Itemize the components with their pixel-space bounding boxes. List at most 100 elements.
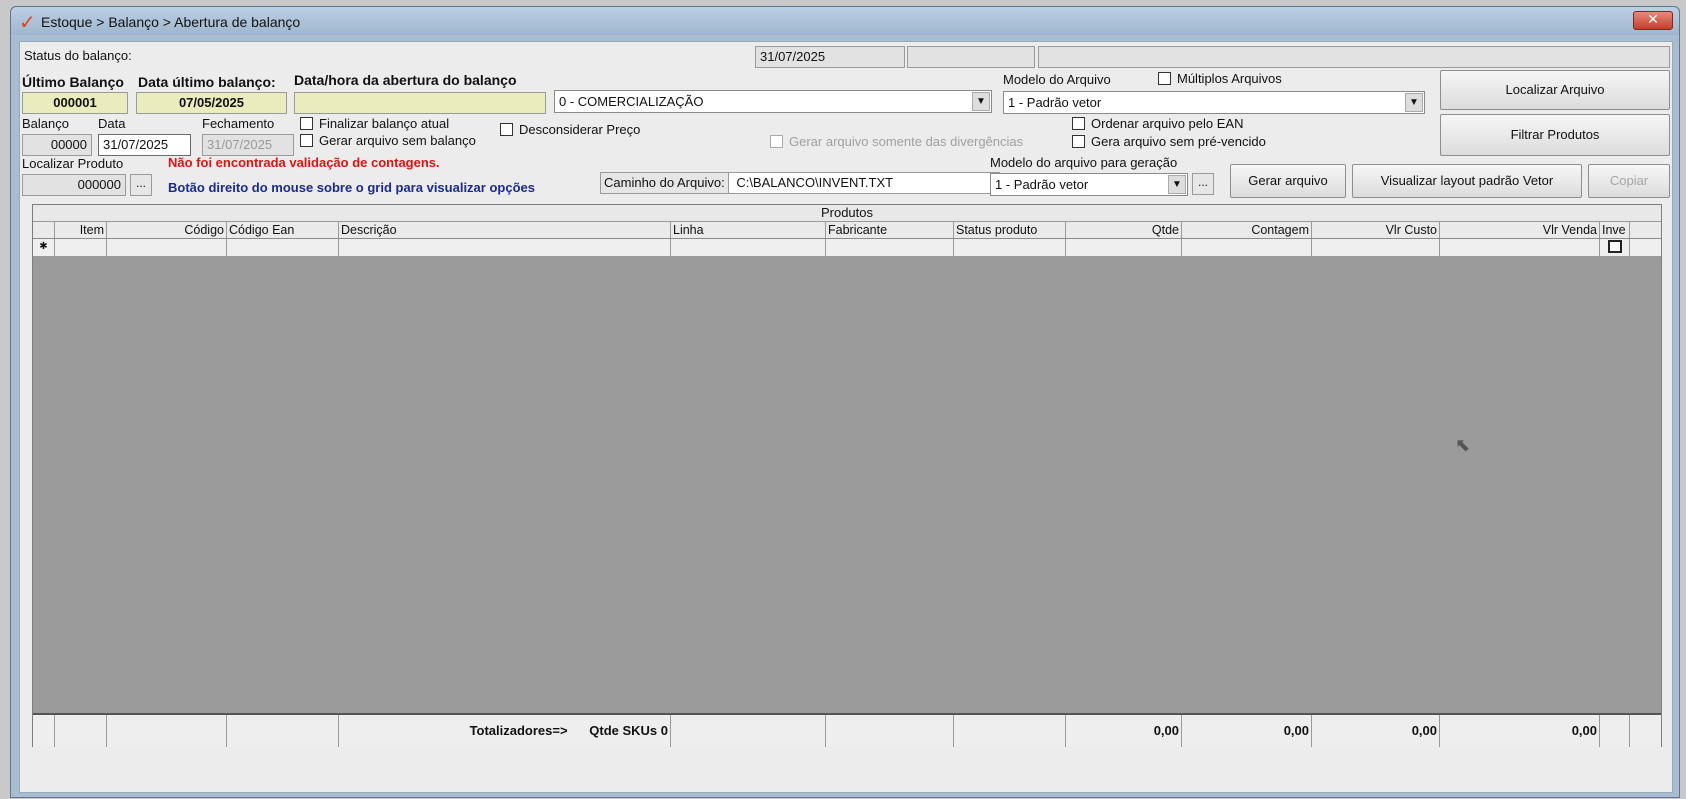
checkbox-icon[interactable] xyxy=(300,134,313,147)
cell-codigo[interactable] xyxy=(107,239,227,256)
checkbox-icon[interactable] xyxy=(1158,72,1171,85)
cell-vlr-custo[interactable] xyxy=(1312,239,1440,256)
checkbox-icon xyxy=(770,135,783,148)
footer-codigo xyxy=(107,715,227,747)
multiplos-arquivos-checkbox[interactable]: Múltiplos Arquivos xyxy=(1158,71,1282,86)
modelo-arquivo-label: Modelo do Arquivo xyxy=(1003,72,1111,87)
footer-fabricante xyxy=(826,715,954,747)
chevron-down-icon[interactable]: ▼ xyxy=(1405,93,1423,112)
localizar-arquivo-button[interactable]: Localizar Arquivo xyxy=(1440,70,1670,110)
cell-descricao[interactable] xyxy=(339,239,671,256)
modelo-geracao-label: Modelo do arquivo para geração xyxy=(990,155,1178,170)
title-bar: ✓ Estoque > Balanço > Abertura de balanç… xyxy=(11,7,1679,35)
form-body: Status do balanço: 31/07/2025 Último Bal… xyxy=(19,41,1673,793)
cell-vlr-venda[interactable] xyxy=(1440,239,1600,256)
modelo-geracao-select[interactable]: 1 - Padrão vetor ▼ xyxy=(990,173,1188,196)
footer-codigo-ean xyxy=(227,715,339,747)
chevron-down-icon[interactable]: ▼ xyxy=(1168,175,1186,194)
data-label: Data xyxy=(98,116,126,131)
total-qtde: 0,00 xyxy=(1066,715,1182,747)
localizar-produto-input[interactable]: 000000 xyxy=(22,174,126,196)
finalizar-label: Finalizar balanço atual xyxy=(319,116,450,131)
grid-header: Item Código Código Ean Descrição Linha F… xyxy=(33,222,1661,239)
caminho-label: Caminho do Arquivo: xyxy=(601,173,729,193)
gerar-sem-balanco-checkbox[interactable]: Gerar arquivo sem balanço xyxy=(300,133,476,148)
cell-qtde[interactable] xyxy=(1066,239,1182,256)
col-header-inventario[interactable]: Inve xyxy=(1600,222,1630,238)
abertura-label: Data/hora da abertura do balanço xyxy=(294,72,517,88)
row-indicator-header xyxy=(33,222,55,238)
data-ultimo-field: 07/05/2025 xyxy=(136,92,287,114)
status-field-2 xyxy=(907,46,1035,68)
qtde-skus-label: Qtde SKUs 0 xyxy=(589,723,668,738)
col-header-qtde[interactable]: Qtde xyxy=(1066,222,1182,238)
checkbox-icon[interactable] xyxy=(300,117,313,130)
localizar-produto-label: Localizar Produto xyxy=(22,156,124,171)
gerar-arquivo-button[interactable]: Gerar arquivo xyxy=(1230,164,1346,198)
cell-contagem[interactable] xyxy=(1182,239,1312,256)
totalizadores-label: Totalizadores=> xyxy=(469,723,568,738)
desconsiderar-preco-checkbox[interactable]: Desconsiderar Preço xyxy=(500,122,640,137)
total-vlr-venda: 0,00 xyxy=(1440,715,1600,747)
col-header-codigo[interactable]: Código xyxy=(107,222,227,238)
produtos-grid[interactable]: Produtos Item Código Código Ean Descriçã… xyxy=(32,204,1662,747)
footer-indicator xyxy=(33,715,55,747)
footer-inventario xyxy=(1600,715,1630,747)
validation-error-message: Não foi encontrada validação de contagen… xyxy=(168,155,440,170)
table-row-new[interactable]: ✱ xyxy=(33,239,1661,257)
cell-status-produto[interactable] xyxy=(954,239,1066,256)
footer-status xyxy=(954,715,1066,747)
footer-descricao: Totalizadores=> Qtde SKUs 0 xyxy=(339,715,671,747)
chevron-down-icon[interactable]: ▼ xyxy=(972,92,990,111)
main-window: ✓ Estoque > Balanço > Abertura de balanç… xyxy=(10,6,1680,798)
cell-codigo-ean[interactable] xyxy=(227,239,339,256)
cell-linha[interactable] xyxy=(671,239,826,256)
data-ultimo-label: Data último balanço: xyxy=(138,74,276,90)
modelo-geracao-value: 1 - Padrão vetor xyxy=(995,177,1089,192)
caminho-value: C:\BALANCO\INVENT.TXT xyxy=(736,175,894,190)
sem-prevencido-label: Gera arquivo sem pré-vencido xyxy=(1091,134,1266,149)
col-header-descricao[interactable]: Descrição xyxy=(339,222,671,238)
sem-prevencido-checkbox[interactable]: Gera arquivo sem pré-vencido xyxy=(1072,134,1266,149)
app-logo-icon: ✓ xyxy=(19,10,36,34)
ordenar-ean-checkbox[interactable]: Ordenar arquivo pelo EAN xyxy=(1072,116,1243,131)
abertura-field[interactable] xyxy=(294,92,546,114)
footer-linha xyxy=(671,715,826,747)
cell-inventario[interactable] xyxy=(1600,239,1630,256)
ultimo-balanco-field: 000001 xyxy=(22,92,128,114)
close-button[interactable]: ✕ xyxy=(1633,11,1673,30)
multiplos-label: Múltiplos Arquivos xyxy=(1177,71,1282,86)
fechamento-field: 31/07/2025 xyxy=(202,134,294,156)
col-header-linha[interactable]: Linha xyxy=(671,222,826,238)
fechamento-label: Fechamento xyxy=(202,116,275,131)
checkbox-icon[interactable] xyxy=(1072,135,1085,148)
col-header-vlr-custo[interactable]: Vlr Custo xyxy=(1312,222,1440,238)
total-contagem: 0,00 xyxy=(1182,715,1312,747)
mouse-cursor-icon: ⬉ xyxy=(1455,435,1471,455)
col-header-status-produto[interactable]: Status produto xyxy=(954,222,1066,238)
localizar-produto-button[interactable]: ... xyxy=(130,174,152,196)
col-header-codigo-ean[interactable]: Código Ean xyxy=(227,222,339,238)
col-header-vlr-venda[interactable]: Vlr Venda xyxy=(1440,222,1600,238)
balanco-label: Balanço xyxy=(22,116,69,131)
checkbox-icon[interactable] xyxy=(500,123,513,136)
checkbox-icon[interactable] xyxy=(1072,117,1085,130)
checkbox-icon[interactable] xyxy=(1607,240,1622,253)
modelo-geracao-button[interactable]: ... xyxy=(1192,173,1214,195)
col-header-item[interactable]: Item xyxy=(55,222,107,238)
filtrar-produtos-button[interactable]: Filtrar Produtos xyxy=(1440,114,1670,156)
data-input[interactable]: 31/07/2025 xyxy=(98,134,191,156)
caminho-arquivo-field[interactable]: Caminho do Arquivo: C:\BALANCO\INVENT.TX… xyxy=(600,172,1000,194)
gerar-divergencias-checkbox: Gerar arquivo somente das divergências xyxy=(770,134,1023,149)
cell-item[interactable] xyxy=(55,239,107,256)
visualizar-layout-button[interactable]: Visualizar layout padrão Vetor xyxy=(1352,164,1582,198)
modelo-arquivo-select[interactable]: 1 - Padrão vetor ▼ xyxy=(1003,91,1425,114)
tipo-balanco-select[interactable]: 0 - COMERCIALIZAÇÃO ▼ xyxy=(554,90,992,113)
gerar-sem-balanco-label: Gerar arquivo sem balanço xyxy=(319,133,476,148)
finalizar-balanco-checkbox[interactable]: Finalizar balanço atual xyxy=(300,116,449,131)
ordenar-ean-label: Ordenar arquivo pelo EAN xyxy=(1091,116,1244,131)
grid-caption: Produtos xyxy=(33,205,1661,222)
col-header-contagem[interactable]: Contagem xyxy=(1182,222,1312,238)
col-header-fabricante[interactable]: Fabricante xyxy=(826,222,954,238)
cell-fabricante[interactable] xyxy=(826,239,954,256)
